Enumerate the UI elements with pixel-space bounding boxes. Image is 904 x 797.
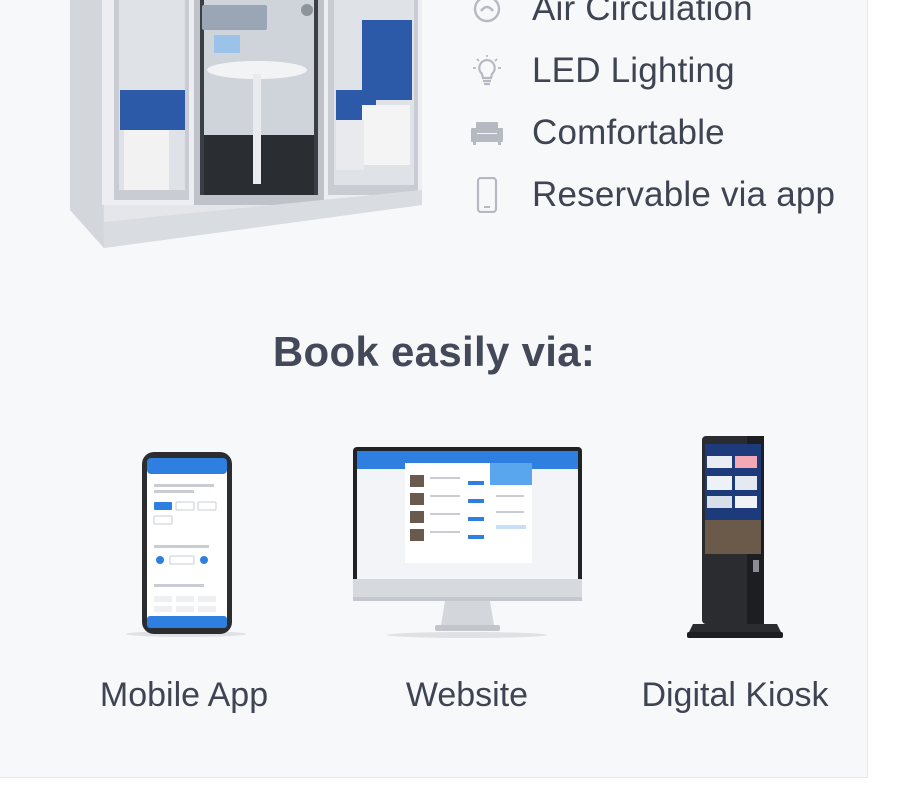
feature-item: Air Circulation — [470, 0, 835, 40]
feature-list: Air Circulation LED Lighting Comfortable… — [470, 0, 835, 226]
digital-kiosk-label: Digital Kiosk — [641, 676, 829, 714]
office-booth-image — [62, 0, 442, 260]
feature-label: LED Lighting — [532, 51, 735, 90]
digital-kiosk-image — [685, 432, 785, 644]
feature-label: Air Circulation — [532, 0, 753, 28]
book-title: Book easily via: — [272, 328, 596, 375]
bulb-icon — [470, 54, 504, 88]
feature-item: LED Lighting — [470, 40, 835, 102]
feature-item: Reservable via app — [470, 164, 835, 226]
mobile-app-image — [120, 450, 250, 640]
product-card: Air Circulation LED Lighting Comfortable… — [0, 0, 868, 778]
sofa-icon — [470, 116, 504, 150]
feature-item: Comfortable — [470, 102, 835, 164]
air-circulation-icon — [470, 0, 504, 26]
phone-icon — [470, 177, 504, 213]
feature-label: Reservable via app — [532, 175, 836, 214]
feature-label: Comfortable — [532, 113, 725, 152]
website-image — [350, 445, 585, 640]
website-label: Website — [405, 676, 529, 714]
mobile-app-label: Mobile App — [99, 676, 269, 714]
